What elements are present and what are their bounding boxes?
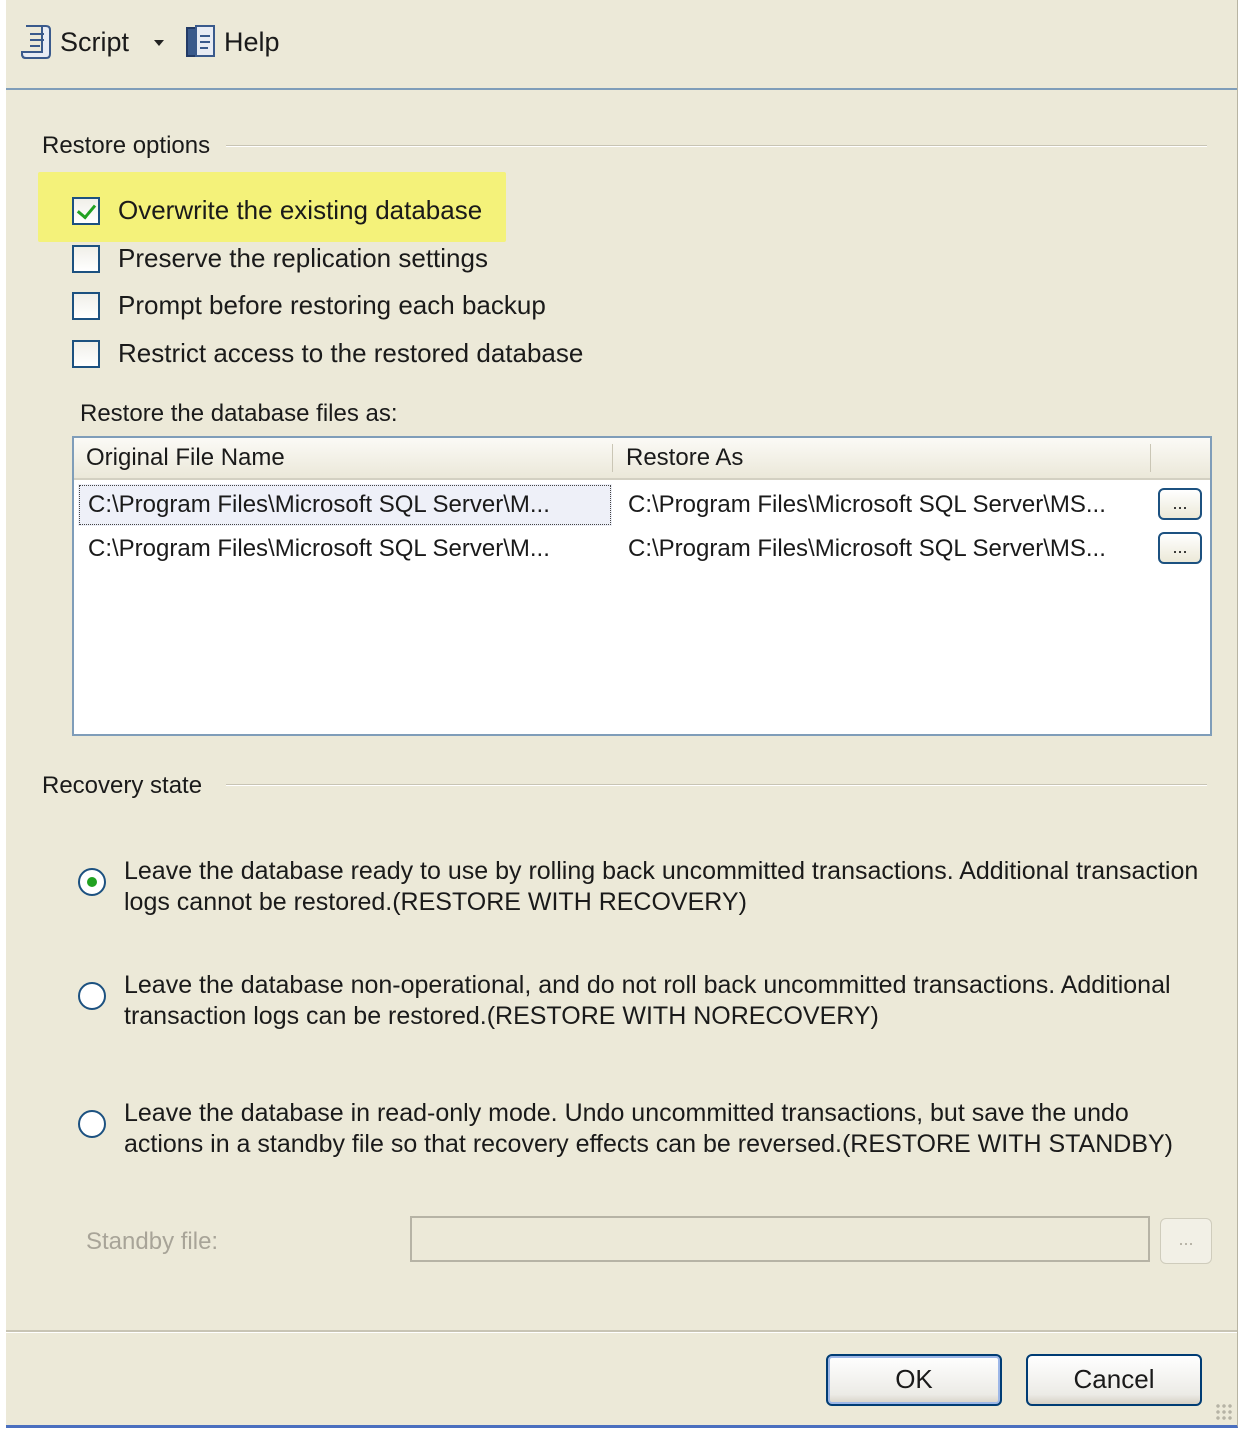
- checkbox-preserve-replication[interactable]: Preserve the replication settings: [72, 243, 488, 274]
- radio-restore-with-recovery[interactable]: Leave the database ready to use by rolli…: [78, 856, 1214, 918]
- restore-files-grid[interactable]: Original File Name Restore As C:\Program…: [72, 436, 1212, 736]
- column-header-original-file-name[interactable]: Original File Name: [86, 444, 285, 472]
- recovery-state-title: Recovery state: [42, 772, 217, 800]
- restore-dialog: Script Help Restore options Overwrite th…: [6, 0, 1238, 1428]
- checkbox-label: Overwrite the existing database: [118, 195, 483, 225]
- checkbox-restrict-access[interactable]: Restrict access to the restored database: [72, 338, 583, 369]
- checkbox-checked-icon[interactable]: [72, 196, 100, 225]
- toolbar: Script Help: [6, 0, 1237, 90]
- radio-label: Leave the database non-operational, and …: [124, 971, 1171, 1030]
- checkbox-label: Restrict access to the restored database: [118, 338, 584, 368]
- radio-unselected-icon[interactable]: [78, 982, 106, 1010]
- restore-options-divider: [226, 145, 1207, 147]
- column-separator: [612, 444, 613, 472]
- radio-label: Leave the database in read-only mode. Un…: [124, 1099, 1174, 1158]
- radio-restore-with-norecovery[interactable]: Leave the database non-operational, and …: [78, 970, 1214, 1032]
- checkbox-unchecked-icon[interactable]: [72, 291, 100, 320]
- checkbox-prompt-before-restore[interactable]: Prompt before restoring each backup: [72, 290, 546, 321]
- script-dropdown-arrow-icon[interactable]: [154, 40, 164, 46]
- radio-selected-icon[interactable]: [78, 868, 106, 896]
- footer-divider: [6, 1330, 1237, 1333]
- script-icon: [20, 22, 54, 62]
- table-row[interactable]: C:\Program Files\Microsoft SQL Server\M.…: [78, 528, 1208, 570]
- restore-files-label: Restore the database files as:: [80, 400, 398, 427]
- cell-original-file[interactable]: C:\Program Files\Microsoft SQL Server\M.…: [78, 528, 612, 570]
- help-label: Help: [224, 26, 280, 57]
- checkbox-label: Prompt before restoring each backup: [118, 290, 546, 320]
- cell-original-file[interactable]: C:\Program Files\Microsoft SQL Server\M.…: [78, 484, 612, 526]
- checkbox-unchecked-icon[interactable]: [72, 339, 100, 368]
- grid-header: Original File Name Restore As: [74, 438, 1210, 480]
- standby-browse-button: ...: [1160, 1218, 1212, 1264]
- help-icon: [184, 22, 218, 62]
- table-row[interactable]: C:\Program Files\Microsoft SQL Server\M.…: [78, 484, 1208, 526]
- browse-button[interactable]: ...: [1158, 488, 1202, 520]
- standby-file-input: [410, 1216, 1150, 1262]
- browse-button[interactable]: ...: [1158, 532, 1202, 564]
- column-separator: [1150, 444, 1151, 472]
- cell-restore-as[interactable]: C:\Program Files\Microsoft SQL Server\MS…: [628, 484, 1146, 526]
- column-header-restore-as[interactable]: Restore As: [626, 444, 743, 472]
- standby-file-label: Standby file:: [86, 1228, 219, 1255]
- radio-label: Leave the database ready to use by rolli…: [124, 857, 1199, 916]
- checkbox-label: Preserve the replication settings: [118, 243, 488, 273]
- cell-restore-as[interactable]: C:\Program Files\Microsoft SQL Server\MS…: [628, 528, 1146, 570]
- resize-grip-icon[interactable]: [1215, 1403, 1233, 1421]
- cancel-button[interactable]: Cancel: [1026, 1354, 1202, 1406]
- checkbox-overwrite[interactable]: Overwrite the existing database: [72, 195, 482, 226]
- restore-options-title: Restore options: [42, 132, 225, 160]
- radio-restore-with-standby[interactable]: Leave the database in read-only mode. Un…: [78, 1098, 1214, 1160]
- checkbox-unchecked-icon[interactable]: [72, 244, 100, 273]
- help-button[interactable]: Help: [184, 22, 280, 62]
- script-button[interactable]: Script: [20, 22, 129, 62]
- radio-unselected-icon[interactable]: [78, 1110, 106, 1138]
- recovery-state-divider: [226, 784, 1207, 786]
- script-label: Script: [60, 26, 130, 57]
- ok-button[interactable]: OK: [826, 1354, 1002, 1406]
